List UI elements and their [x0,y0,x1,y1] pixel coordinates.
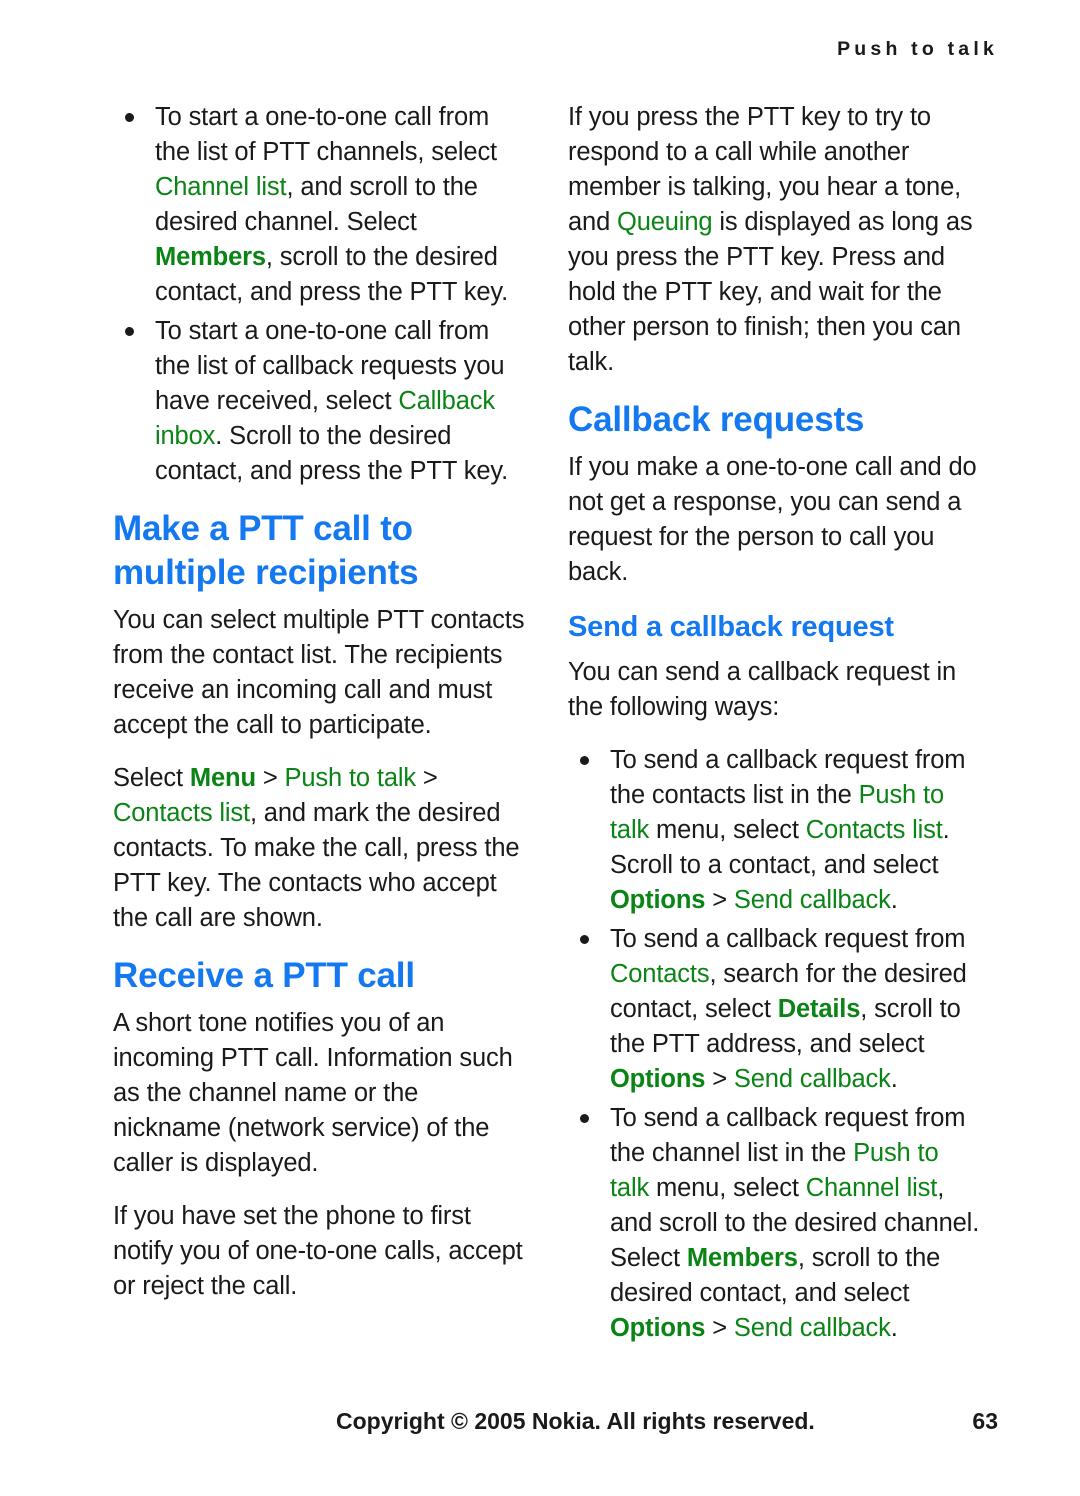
list-item-text: To start a one-to-one call from the list… [155,103,508,306]
bullet-icon [580,935,589,944]
ui-term: Send callback [733,1065,891,1093]
paragraph-queuing: If you press the PTT key to try to respo… [568,100,981,380]
ui-term: > [705,1065,734,1093]
text-run: To start a one-to-one call from the list… [155,103,497,166]
list-item-text: To send a callback request from the cont… [610,746,966,914]
text-run: . [890,1065,898,1093]
ui-term: Options [610,1065,706,1093]
heading-make-ptt-call-multiple-recipients: Make a PTT call to multiple recipients [113,509,419,592]
paragraph-send-callback-ways: You can send a callback request in the f… [568,658,957,721]
bullet-icon [125,327,134,336]
ui-term: Contacts [610,960,710,988]
ui-term: Push to talk [284,764,417,792]
list-item: To start a one-to-one call from the list… [113,100,526,310]
ui-term: Send callback [733,886,891,914]
ui-term: Members [686,1244,798,1272]
ui-term: Channel list [805,1174,938,1202]
ui-term: Options [610,886,706,914]
ui-term: Menu [189,764,256,792]
heading-send-a-callback-request: Send a callback request [568,611,894,643]
ui-term: Members [155,243,266,271]
list-item-text: To start a one-to-one call from the list… [155,317,508,485]
footer-copyright: Copyright © 2005 Nokia. All rights reser… [336,1408,815,1434]
paragraph-receive-accept-reject: If you have set the phone to first notif… [113,1202,523,1300]
two-column-body: To start a one-to-one call from the list… [113,100,981,1364]
send-callback-bullet-list: To send a callback request from the cont… [568,743,981,1346]
page-footer: Copyright © 2005 Nokia. All rights reser… [0,1408,1080,1440]
ui-term: Send callback [733,1314,891,1342]
right-column: If you press the PTT key to try to respo… [568,100,981,1364]
text-run: menu, select [649,1174,806,1202]
manual-page: Push to talk To start a one-to-one call … [0,0,1080,1496]
running-header-title: Push to talk [837,38,998,60]
left-column: To start a one-to-one call from the list… [113,100,526,1364]
ui-term: > [705,1314,734,1342]
list-item: To send a callback request from the chan… [568,1101,981,1346]
heading-receive-a-ptt-call: Receive a PTT call [113,956,415,995]
bullet-icon [580,756,589,765]
text-run: Select [113,764,190,792]
ui-term: Options [610,1314,706,1342]
list-item: To send a callback request from the cont… [568,743,981,918]
ui-term: > [705,886,734,914]
ui-term: Details [777,995,861,1023]
bullet-icon [125,113,134,122]
paragraph-select-menu-path: Select Menu > Push to talk > Contacts li… [113,761,526,936]
list-item: To send a callback request from Contacts… [568,922,981,1097]
list-item-text: To send a callback request from the chan… [610,1104,979,1342]
paragraph-multiple-recipients: You can select multiple PTT contacts fro… [113,606,525,739]
heading-callback-requests: Callback requests [568,400,865,439]
ui-term: Queuing [617,208,713,236]
bullet-icon [580,1114,589,1123]
ui-term: Contacts list [805,816,943,844]
list-item-text: To send a callback request from Contacts… [610,925,967,1093]
list-item: To start a one-to-one call from the list… [113,314,526,489]
text-run: . [890,1314,898,1342]
footer-page-number: 63 [972,1408,998,1434]
paragraph-receive-short-tone: A short tone notifies you of an incoming… [113,1009,513,1177]
text-run: To send a callback request from [610,925,966,953]
left-top-bullet-list: To start a one-to-one call from the list… [113,100,526,489]
ui-term: > [255,764,285,792]
ui-term: Contacts list [113,799,250,827]
text-run: menu, select [649,816,806,844]
paragraph-callback-requests-intro: If you make a one-to-one call and do not… [568,453,977,586]
ui-term: Channel list [155,173,287,201]
text-run: . [890,886,898,914]
ui-term: > [415,764,438,792]
